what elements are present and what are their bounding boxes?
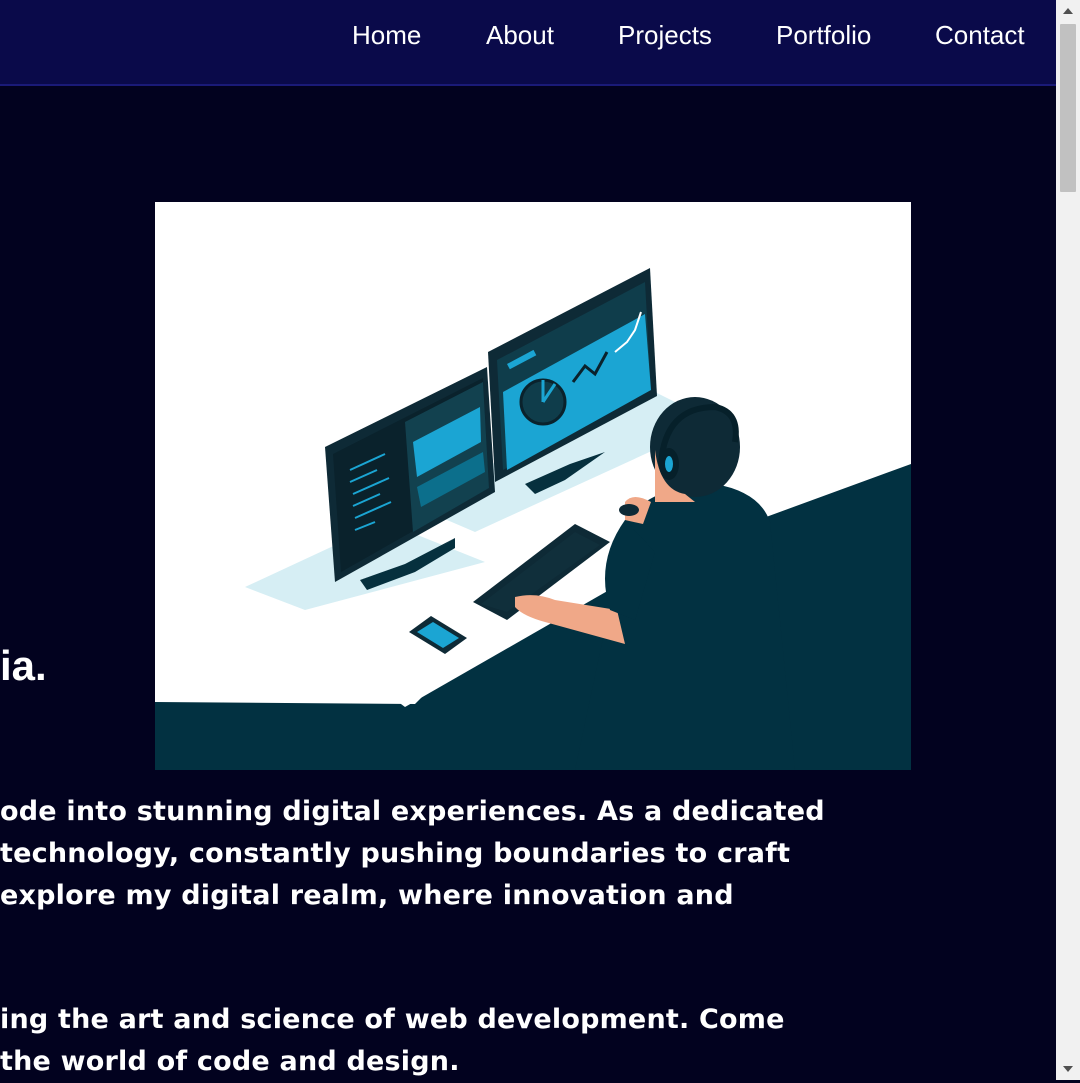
top-navbar: Home About Projects Portfolio Contact xyxy=(0,0,1056,86)
nav-link-contact[interactable]: Contact xyxy=(935,20,1025,51)
intro-paragraph-line: ode into stunning digital experiences. A… xyxy=(0,796,825,827)
nav-link-projects[interactable]: Projects xyxy=(618,20,712,51)
developer-at-desk-illustration xyxy=(155,202,911,770)
vertical-scrollbar[interactable] xyxy=(1056,0,1080,1080)
scrollbar-thumb[interactable] xyxy=(1060,24,1076,192)
second-paragraph-line: ing the art and science of web developme… xyxy=(0,1004,785,1035)
nav-link-portfolio[interactable]: Portfolio xyxy=(776,20,871,51)
nav-link-home[interactable]: Home xyxy=(352,20,421,51)
second-paragraph-line: the world of code and design. xyxy=(0,1046,460,1077)
scroll-down-arrow-icon[interactable] xyxy=(1056,1060,1080,1078)
intro-paragraph-line: explore my digital realm, where innovati… xyxy=(0,880,734,911)
scroll-up-arrow-icon[interactable] xyxy=(1056,2,1080,20)
hero-heading-fragment: ia. xyxy=(0,642,47,689)
intro-paragraph-line: technology, constantly pushing boundarie… xyxy=(0,838,791,869)
page-viewport: Home About Projects Portfolio Contact ia… xyxy=(0,0,1056,1080)
second-paragraph: ing the art and science of web developme… xyxy=(0,1004,785,1080)
intro-paragraph: ode into stunning digital experiences. A… xyxy=(0,796,825,922)
illustration-svg xyxy=(155,268,911,770)
nav-link-about[interactable]: About xyxy=(486,20,554,51)
